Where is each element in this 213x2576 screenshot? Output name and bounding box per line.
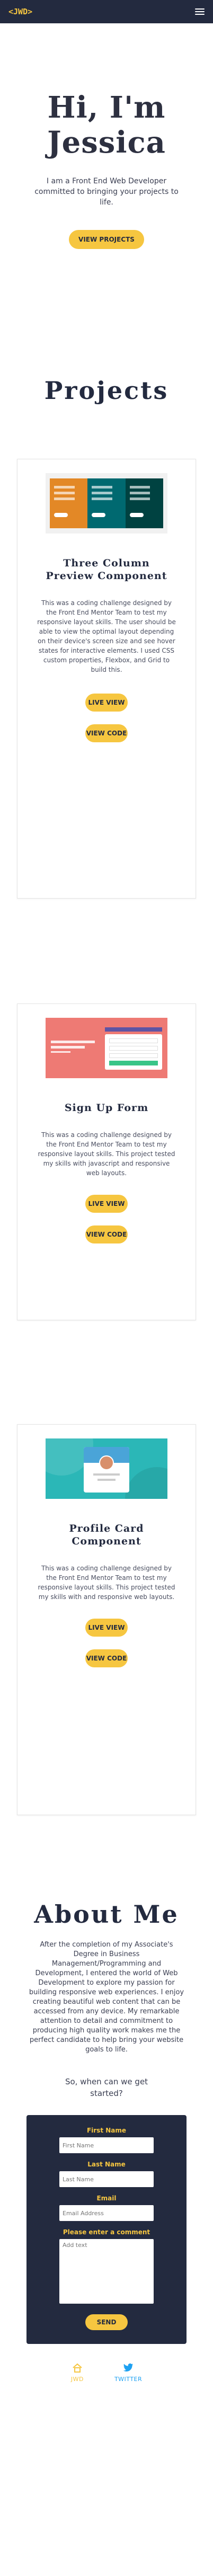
- comment-textarea[interactable]: [59, 2239, 154, 2304]
- footer-twitter-link[interactable]: TWITTER: [114, 2362, 142, 2383]
- projects-title: Projects: [44, 376, 169, 405]
- project-card-profile-card: Profile Card Component This was a coding…: [17, 1424, 196, 1815]
- project-description: This was a coding challenge designed by …: [38, 1131, 175, 1177]
- site-logo[interactable]: <JWD>: [8, 7, 32, 16]
- footer-home-label: JWD: [70, 2376, 84, 2383]
- footer-twitter-label: TWITTER: [114, 2376, 143, 2383]
- contact-form: First Name Last Name Email Please enter …: [26, 2115, 187, 2344]
- live-view-button[interactable]: LIVE VIEW: [85, 1195, 128, 1213]
- hero-section: Hi, I'm Jessica I am a Front End Web Dev…: [0, 23, 213, 249]
- send-button[interactable]: SEND: [85, 2314, 128, 2330]
- email-input[interactable]: [59, 2205, 154, 2221]
- navbar: <JWD>: [0, 0, 213, 23]
- project-card-three-column: Three Column Preview Component This was …: [17, 459, 196, 899]
- hero-title: Hi, I'm Jessica: [47, 90, 166, 160]
- project-title: Sign Up Form: [64, 1102, 149, 1114]
- project-card-sign-up-form: Sign Up Form This was a coding challenge…: [17, 1003, 196, 1320]
- project-description: This was a coding challenge designed by …: [38, 1565, 175, 1601]
- footer: JWD TWITTER: [0, 2362, 213, 2399]
- live-view-button[interactable]: LIVE VIEW: [85, 694, 128, 712]
- view-projects-button[interactable]: VIEW PROJECTS: [69, 230, 144, 249]
- hamburger-icon[interactable]: [195, 8, 205, 15]
- hero-subtitle: I am a Front End Web Developer committed…: [34, 177, 179, 207]
- footer-home-link[interactable]: JWD: [71, 2362, 84, 2383]
- twitter-icon: [114, 2362, 142, 2374]
- view-code-button[interactable]: VIEW CODE: [85, 1225, 128, 1243]
- live-view-button[interactable]: LIVE VIEW: [85, 1619, 128, 1637]
- last-name-input[interactable]: [59, 2171, 154, 2187]
- project-title: Three Column Preview Component: [46, 557, 167, 582]
- email-label: Email: [96, 2195, 117, 2202]
- project-title: Profile Card Component: [69, 1523, 144, 1547]
- first-name-input[interactable]: [59, 2137, 154, 2153]
- project-thumbnail[interactable]: [46, 1018, 167, 1078]
- view-code-button[interactable]: VIEW CODE: [85, 724, 128, 742]
- project-thumbnail[interactable]: [46, 473, 167, 534]
- last-name-label: Last Name: [87, 2161, 126, 2168]
- contact-cta: So, when can we get started?: [65, 2077, 148, 2098]
- about-text: After the completion of my Associate's D…: [29, 1941, 184, 2054]
- comment-label: Please enter a comment: [63, 2228, 150, 2236]
- about-title: About Me: [34, 1900, 179, 1929]
- view-code-button[interactable]: VIEW CODE: [85, 1649, 128, 1667]
- project-description: This was a coding challenge designed by …: [37, 599, 176, 673]
- home-icon: [71, 2362, 84, 2374]
- first-name-label: First Name: [86, 2127, 127, 2134]
- project-thumbnail[interactable]: [46, 1438, 167, 1499]
